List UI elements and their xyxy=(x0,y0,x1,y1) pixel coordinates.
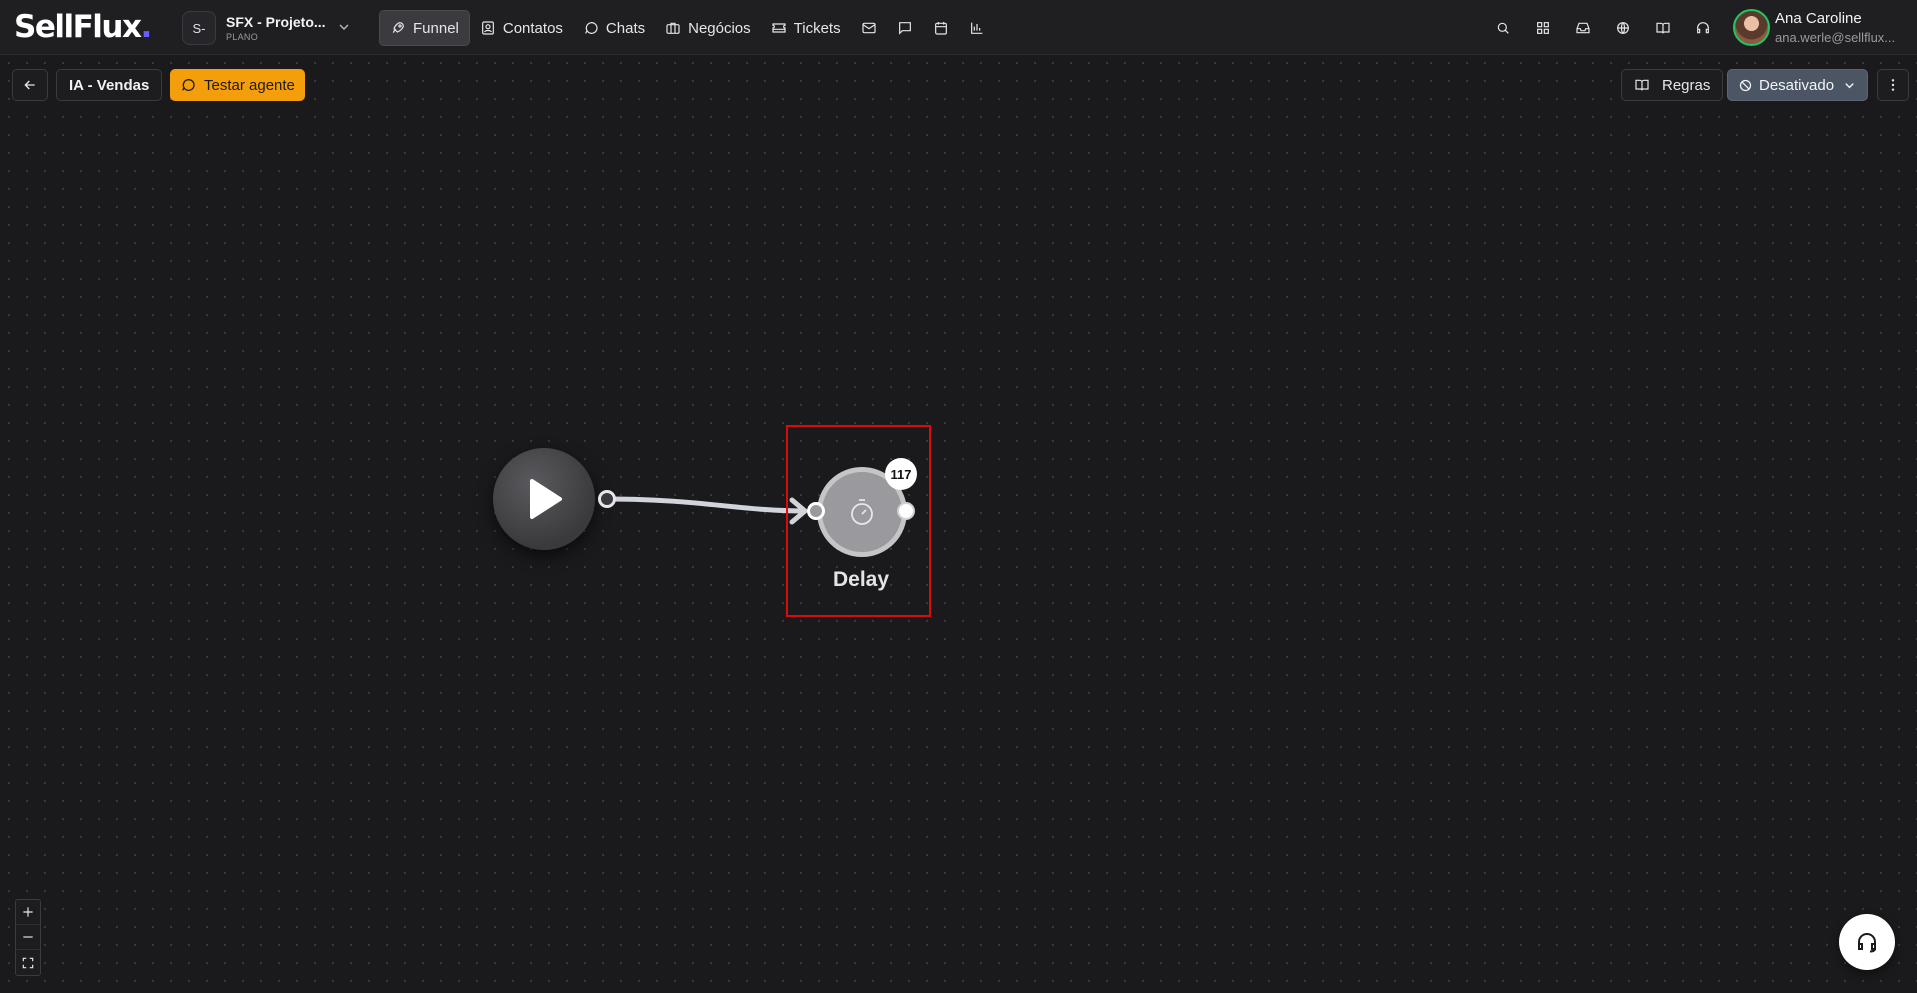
chevron-down-icon xyxy=(339,24,349,30)
apps-grid-icon xyxy=(1537,22,1549,34)
nav-funnel[interactable]: Funnel xyxy=(379,10,470,46)
delay-node-label: Delay xyxy=(832,568,890,591)
user-menu[interactable]: Ana Caroline ana.werle@sellflux... xyxy=(1733,9,1895,46)
headset-icon xyxy=(1858,933,1876,953)
arrow-left-icon xyxy=(24,80,35,90)
nav-chats-label: Chats xyxy=(605,19,646,37)
chevron-down-icon xyxy=(1845,82,1854,88)
more-options-button[interactable] xyxy=(1877,69,1909,101)
search-icon xyxy=(1497,22,1509,34)
mail-icon xyxy=(862,22,876,34)
avatar xyxy=(1733,9,1770,46)
apps-button[interactable] xyxy=(1523,10,1563,46)
zoom-in-icon xyxy=(23,907,33,917)
delay-count-badge: 117 xyxy=(885,458,917,490)
message-square-icon xyxy=(898,22,911,35)
inbox-icon xyxy=(1576,22,1590,34)
test-agent-button[interactable]: Testar agente xyxy=(170,69,305,101)
ban-icon xyxy=(1739,79,1752,91)
rocket-icon xyxy=(392,22,404,33)
calendar-icon xyxy=(934,22,947,35)
contact-icon xyxy=(481,21,494,35)
delay-input-handle[interactable] xyxy=(807,502,825,520)
test-agent-label: Testar agente xyxy=(204,76,295,94)
stopwatch-icon xyxy=(851,499,873,525)
book-open-icon xyxy=(1635,79,1649,91)
flow-name-button[interactable]: IA - Vendas xyxy=(56,69,163,101)
rules-label: Regras xyxy=(1662,76,1711,94)
user-name: Ana Caroline xyxy=(1775,10,1862,27)
project-badge: S- xyxy=(182,11,216,45)
search-button[interactable] xyxy=(1483,10,1523,46)
briefcase-icon xyxy=(666,22,680,34)
globe-icon xyxy=(1617,22,1629,34)
nav-calendar[interactable] xyxy=(923,10,959,46)
support-button[interactable] xyxy=(1683,10,1723,46)
project-selector[interactable]: S- SFX - Projeto... PLANO xyxy=(182,10,352,46)
nav-contatos[interactable]: Contatos xyxy=(470,10,573,46)
zoom-out-button[interactable] xyxy=(16,925,40,950)
chat-icon xyxy=(182,79,195,91)
utility-icons xyxy=(1483,10,1723,46)
play-icon xyxy=(530,479,562,519)
start-node[interactable] xyxy=(493,448,595,550)
inbox-button[interactable] xyxy=(1563,10,1603,46)
status-dropdown[interactable]: Desativado xyxy=(1727,69,1869,101)
project-name: SFX - Projeto... xyxy=(226,14,326,30)
nav-mail[interactable] xyxy=(851,10,887,46)
zoom-in-button[interactable] xyxy=(16,900,40,925)
nav-chats[interactable]: Chats xyxy=(573,10,655,46)
headset-icon xyxy=(1697,22,1709,34)
ticket-icon xyxy=(772,23,786,33)
sellflux-logo[interactable]: SellFlux. xyxy=(14,9,152,45)
nav-contatos-label: Contatos xyxy=(502,19,563,37)
nav-negocios[interactable]: Negócios xyxy=(655,10,761,46)
nav-messages[interactable] xyxy=(887,10,923,46)
bar-chart-icon xyxy=(970,22,982,34)
top-navbar: SellFlux. S- SFX - Projeto... PLANO Funn… xyxy=(0,0,1917,55)
flow-edge xyxy=(606,496,808,525)
zoom-out-icon xyxy=(23,936,33,938)
integrations-button[interactable] xyxy=(1603,10,1643,46)
help-chat-button[interactable] xyxy=(1839,914,1895,970)
main-nav: Funnel Contatos Chats Negócios Tickets xyxy=(379,10,995,46)
status-label: Desativado xyxy=(1759,76,1835,94)
book-icon xyxy=(1656,22,1670,34)
back-button[interactable] xyxy=(12,69,48,101)
zoom-controls xyxy=(15,899,41,976)
nav-funnel-label: Funnel xyxy=(413,19,459,37)
fit-view-icon xyxy=(22,957,34,968)
nav-tickets-label: Tickets xyxy=(793,19,841,37)
start-output-handle[interactable] xyxy=(598,490,616,508)
nav-reports[interactable] xyxy=(959,10,995,46)
project-plan: PLANO xyxy=(226,32,259,42)
rules-button[interactable]: Regras xyxy=(1621,69,1724,101)
chat-icon xyxy=(585,22,598,34)
nav-tickets[interactable]: Tickets xyxy=(761,10,851,46)
fit-view-button[interactable] xyxy=(16,950,40,975)
more-vertical-icon xyxy=(1891,79,1895,91)
nav-negocios-label: Negócios xyxy=(688,19,751,37)
delay-output-handle[interactable] xyxy=(897,502,915,520)
user-email: ana.werle@sellflux... xyxy=(1775,30,1896,45)
docs-button[interactable] xyxy=(1643,10,1683,46)
